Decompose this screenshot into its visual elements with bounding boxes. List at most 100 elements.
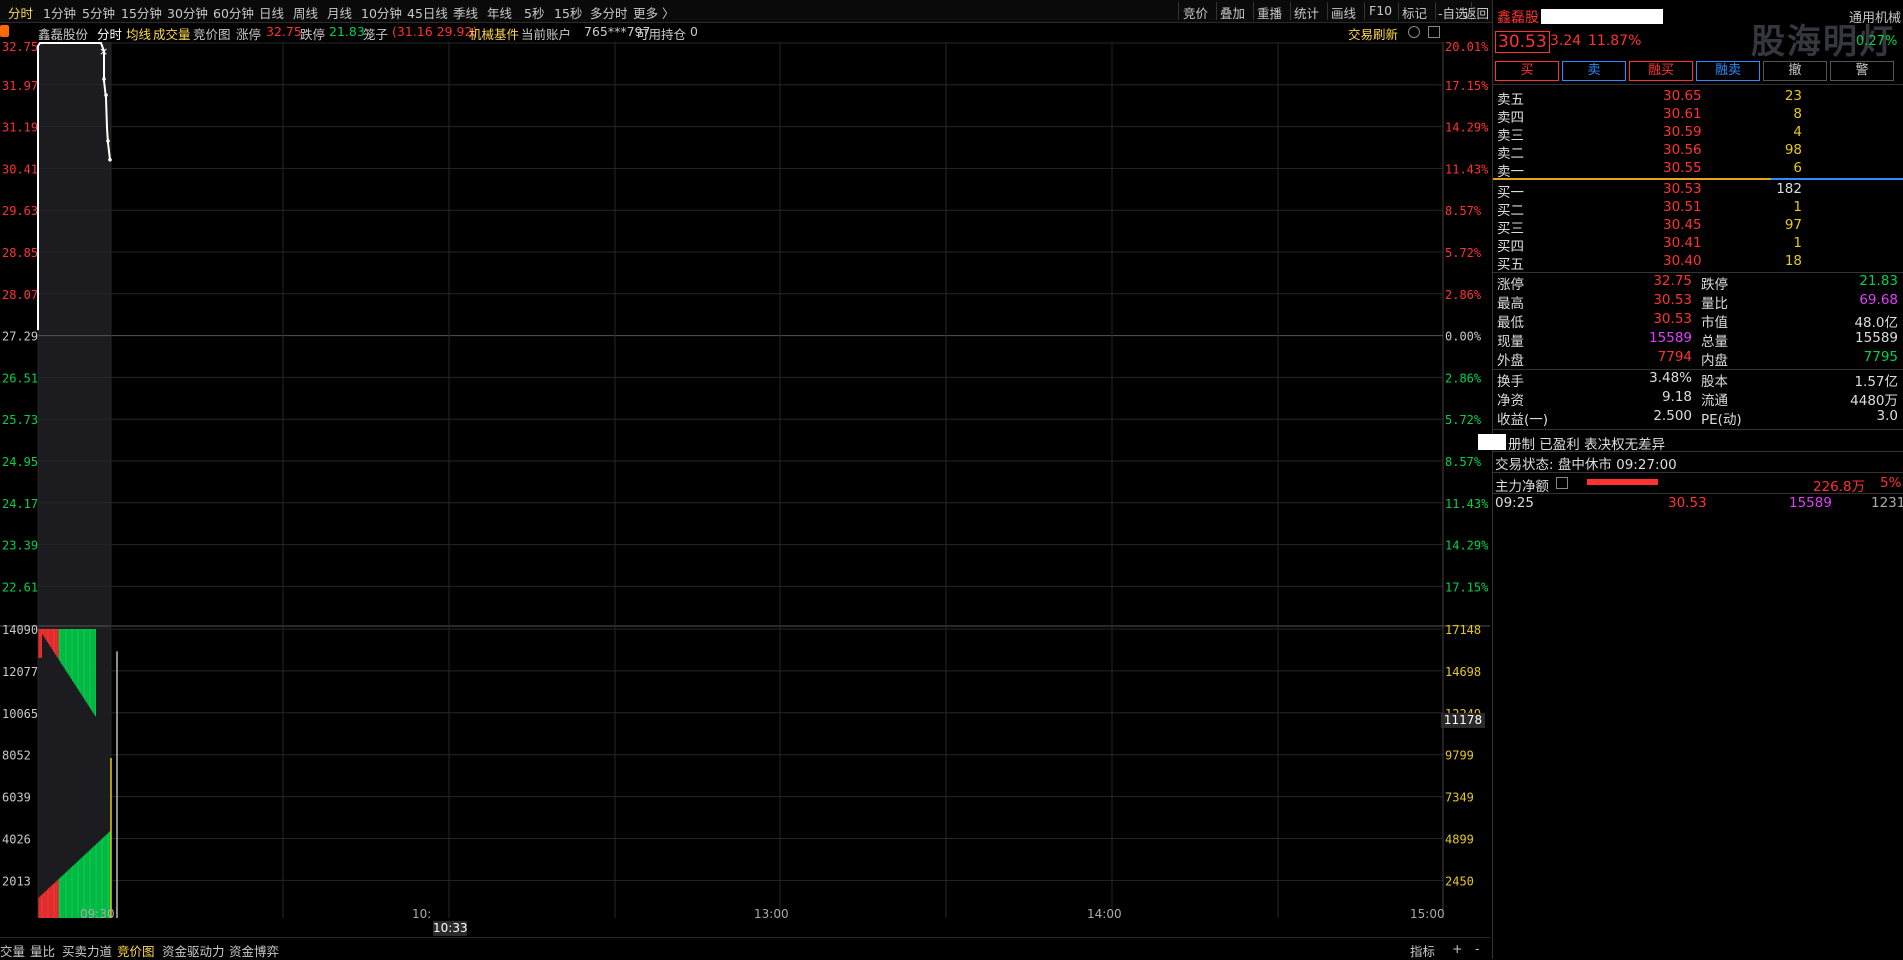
- panel-toggle-icon[interactable]: [1428, 26, 1440, 38]
- intraday-chart[interactable]: 32.75 31.97 31.19 30.41 29.63 28.85 28.07 27.29…: [0, 42, 1490, 918]
- ask-row[interactable]: 卖三 30.59 4: [1495, 124, 1900, 144]
- pct-axis-label: 11.43%: [1445, 497, 1489, 511]
- period-1min[interactable]: 1分钟: [43, 3, 76, 22]
- tab-capital-drive[interactable]: 资金驱动力: [162, 941, 225, 960]
- volume-right-axis-label: 2450: [1445, 874, 1474, 888]
- price-axis-label: 31.19: [2, 121, 38, 135]
- tool-mark[interactable]: 标记: [1402, 3, 1427, 22]
- ask-row[interactable]: 卖四 30.61 8: [1495, 106, 1900, 126]
- main-net-bar: [1587, 479, 1658, 485]
- tool-back[interactable]: 返回: [1464, 3, 1489, 22]
- chart-info-bar: 鑫磊股份 分时 均线 成交量 竞价图 涨停 32.75 跌停 21.83 笼子 …: [0, 22, 1490, 42]
- tool-f10[interactable]: F10: [1369, 3, 1392, 18]
- period-30min[interactable]: 30分钟: [167, 3, 208, 22]
- settings-circle-icon[interactable]: [1408, 26, 1420, 38]
- tab-capital-game[interactable]: 资金博弈: [229, 941, 279, 960]
- volume-right-axis-label: 4899: [1445, 833, 1474, 847]
- bid-row[interactable]: 买三 30.45 97: [1495, 217, 1900, 237]
- position-value: 0: [690, 24, 698, 39]
- volume-right-axis-label: 17148: [1445, 623, 1481, 637]
- price-point: [102, 77, 106, 81]
- price-change-pct: 11.87%: [1588, 33, 1642, 49]
- price-change: 3.24: [1550, 33, 1582, 49]
- position-label: 可用持仓: [636, 27, 687, 42]
- pct-axis-label: 5.72%: [1445, 246, 1482, 260]
- limit-down-label: 跌停: [300, 27, 326, 42]
- ask-row[interactable]: 卖二 30.56 98: [1495, 142, 1900, 162]
- ask-row[interactable]: 卖一 30.55 6: [1495, 160, 1900, 180]
- period-quarterly[interactable]: 季线: [453, 3, 478, 22]
- buy-button[interactable]: 买: [1495, 61, 1559, 81]
- time-axis-label: 09:30: [80, 907, 115, 918]
- margin-sell-button[interactable]: 融卖: [1696, 61, 1760, 81]
- tool-statistics[interactable]: 统计: [1294, 3, 1319, 22]
- chart-mode: 分时: [97, 27, 123, 42]
- period-multi-day[interactable]: 多分时: [590, 3, 628, 22]
- period-10min[interactable]: 10分钟: [361, 3, 402, 22]
- limit-up-label: 涨停: [236, 27, 262, 42]
- tab-buy-sell-force[interactable]: 买卖力道: [62, 941, 112, 960]
- zoom-out-button[interactable]: -: [1475, 941, 1480, 956]
- cursor-cross-mark: ×: [99, 45, 108, 58]
- indicator-tabs: 交量 量比 买卖力道 竞价图 资金驱动力 资金博弈 指标 + -: [0, 937, 1490, 960]
- time-cursor-value: 10:33: [433, 921, 468, 936]
- tab-volume[interactable]: 交量: [0, 941, 25, 960]
- period-60min[interactable]: 60分钟: [213, 3, 254, 22]
- avg-line-label[interactable]: 均线: [126, 24, 151, 43]
- period-15sec[interactable]: 15秒: [554, 3, 582, 22]
- price-axis-label: 29.63: [2, 204, 38, 218]
- period-45day[interactable]: 45日线: [407, 3, 448, 22]
- period-yearly[interactable]: 年线: [487, 3, 512, 22]
- tool-overlay[interactable]: 叠加: [1220, 3, 1245, 22]
- period-more[interactable]: 更多 〉: [633, 3, 674, 22]
- period-5min[interactable]: 5分钟: [82, 3, 115, 22]
- auction-chart-label[interactable]: 竞价图: [193, 24, 231, 43]
- pct-axis-label: 17.15%: [1445, 580, 1489, 594]
- time-axis-label: 14:00: [1087, 907, 1122, 918]
- volume-axis-label: 10065: [2, 707, 38, 721]
- margin-buy-button[interactable]: 融买: [1629, 61, 1693, 81]
- pct-axis-label: 17.15%: [1445, 79, 1489, 93]
- period-15min[interactable]: 15分钟: [121, 3, 162, 22]
- tool-draw-line[interactable]: 画线: [1331, 3, 1356, 22]
- volume-cursor-value: 11178: [1441, 713, 1485, 728]
- bid-row[interactable]: 买二 30.51 1: [1495, 199, 1900, 219]
- period-intraday[interactable]: 分时: [8, 3, 33, 22]
- volume-axis-label: 6039: [2, 791, 31, 805]
- masked-label: [1478, 434, 1506, 450]
- alert-button[interactable]: 警: [1830, 61, 1894, 81]
- pct-axis-label: 20.01%: [1445, 42, 1489, 54]
- tab-volume-ratio[interactable]: 量比: [30, 941, 55, 960]
- sell-button[interactable]: 卖: [1562, 61, 1626, 81]
- tab-auction-chart[interactable]: 竞价图: [117, 941, 155, 960]
- ask-bid-ratio-bar: [1493, 178, 1771, 180]
- zoom-in-button[interactable]: +: [1452, 941, 1462, 956]
- trade-refresh-link[interactable]: 交易刷新: [1348, 24, 1398, 43]
- bid-row[interactable]: 买一 30.53 182: [1495, 181, 1900, 201]
- indicator-button[interactable]: 指标: [1410, 941, 1435, 960]
- sector-label[interactable]: 机械基件: [469, 24, 519, 43]
- pct-axis-label: 8.57%: [1445, 204, 1482, 218]
- bid-row[interactable]: 买四 30.41 1: [1495, 235, 1900, 255]
- ask-row[interactable]: 卖五 30.65 23: [1495, 88, 1900, 108]
- tool-auction[interactable]: 竞价: [1183, 3, 1208, 22]
- period-monthly[interactable]: 月线: [327, 3, 352, 22]
- stat-row: 收益(一) 2.500 PE(动) 3.0: [1497, 408, 1898, 428]
- period-daily[interactable]: 日线: [259, 3, 284, 22]
- bid-row[interactable]: 买五 30.40 18: [1495, 253, 1900, 273]
- cancel-order-button[interactable]: 撤: [1763, 61, 1827, 81]
- price-axis-label: 28.07: [2, 288, 38, 302]
- registration-info: 册制 已盈利 表决权无差异: [1508, 437, 1666, 453]
- volume-label[interactable]: 成交量: [153, 24, 191, 43]
- stat-row: 涨停 32.75 跌停 21.83: [1497, 273, 1898, 293]
- stock-name: 鑫磊股份: [38, 27, 89, 42]
- stat-row: 换手 3.48% 股本 1.57亿: [1497, 370, 1898, 390]
- period-5sec[interactable]: 5秒: [524, 3, 544, 22]
- main-net-info-icon[interactable]: [1556, 477, 1568, 489]
- price-axis-label: 27.29: [2, 330, 38, 344]
- price-point: [106, 139, 110, 143]
- stat-row: 净资 9.18 流通 4480万: [1497, 389, 1898, 409]
- period-weekly[interactable]: 周线: [293, 3, 318, 22]
- pct-axis-label: 2.86%: [1445, 288, 1482, 302]
- tool-replay[interactable]: 重播: [1257, 3, 1282, 22]
